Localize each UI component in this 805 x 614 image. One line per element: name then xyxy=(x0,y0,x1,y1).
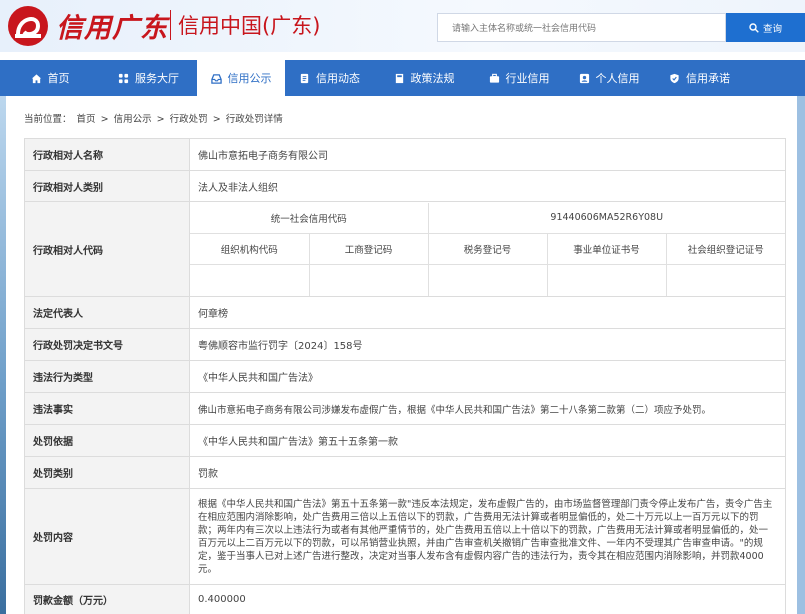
field-label: 行政相对人类别 xyxy=(24,170,190,202)
brand-title: 信用中国(广东) xyxy=(178,14,321,38)
code-value-empty xyxy=(308,264,429,296)
shield-icon xyxy=(670,73,679,83)
code-header: 事业单位证书号 xyxy=(546,233,667,265)
breadcrumb-item-detail: 行政处罚详情 xyxy=(225,114,283,125)
breadcrumb-item-home[interactable]: 首页 xyxy=(77,114,96,125)
table-row: 违法行为类型 《中华人民共和国广告法》 xyxy=(24,360,786,393)
field-value: 何章榜 xyxy=(189,296,786,329)
field-label: 罚款金额（万元） xyxy=(24,584,190,614)
search-input[interactable]: 请输入主体名称或统一社会信用代码 xyxy=(437,13,726,42)
field-label: 行政相对人代码 xyxy=(24,201,190,297)
penalty-detail-table: 行政相对人名称 佛山市意拓电子商务有限公司 行政相对人类别 法人及非法人组织 行… xyxy=(24,138,786,614)
code-subtable-cell: 统一社会信用代码 91440606MA52R6Y08U 组织机构代码 工商登记码… xyxy=(189,201,786,297)
field-value: 根据《中华人民共和国广告法》第五十五条第一款"违反本法规定，发布虚假广告的，由市… xyxy=(189,488,786,585)
field-value: 罚款 xyxy=(189,456,786,489)
field-label: 行政处罚决定书文号 xyxy=(24,328,190,361)
field-value: 《中华人民共和国广告法》第五十五条第一款 xyxy=(189,424,786,457)
main-nav: 首页 服务大厅 信用公示 信用动态 政策法规 行业信用 个人信用 信用承诺 xyxy=(0,60,805,96)
breadcrumb-item-penalty[interactable]: 行政处罚 xyxy=(170,114,208,125)
table-row: 行政相对人类别 法人及非法人组织 xyxy=(24,170,786,202)
nav-item-personal-credit[interactable]: 个人信用 xyxy=(564,60,654,96)
uscc-value: 91440606MA52R6Y08U xyxy=(427,202,785,234)
search-button-label: 查询 xyxy=(762,23,782,35)
field-label: 违法事实 xyxy=(24,392,190,425)
nav-label: 信用承诺 xyxy=(686,72,730,85)
code-value-empty xyxy=(427,264,548,296)
site-header: 信用广东 信用中国(广东) 请输入主体名称或统一社会信用代码 查询 xyxy=(0,0,805,52)
field-value: 《中华人民共和国广告法》 xyxy=(189,360,786,393)
nav-item-credit-commitment[interactable]: 信用承诺 xyxy=(654,60,745,96)
nav-label: 首页 xyxy=(47,72,70,85)
nav-label: 行业信用 xyxy=(505,72,550,85)
field-label: 违法行为类型 xyxy=(24,360,190,393)
background-decoration xyxy=(0,96,6,614)
table-row: 违法事实 佛山市意拓电子商务有限公司涉嫌发布虚假广告，根据《中华人民共和国广告法… xyxy=(24,392,786,425)
document-icon xyxy=(300,73,309,83)
person-icon xyxy=(579,73,589,83)
field-value: 佛山市意拓电子商务有限公司涉嫌发布虚假广告，根据《中华人民共和国广告法》第二十八… xyxy=(189,392,786,425)
breadcrumb-separator: > xyxy=(212,114,221,125)
nav-label: 服务大厅 xyxy=(135,72,179,85)
search-button[interactable]: 查询 xyxy=(726,13,805,42)
nav-label: 信用公示 xyxy=(227,72,272,85)
code-value-empty xyxy=(546,264,667,296)
brand-divider xyxy=(170,10,171,40)
code-header: 工商登记码 xyxy=(308,233,429,265)
field-value: 粤佛顺容市监行罚字〔2024〕158号 xyxy=(189,328,786,361)
table-row: 处罚类别 罚款 xyxy=(24,456,786,489)
code-header: 社会组织登记证号 xyxy=(665,233,785,265)
code-value-empty xyxy=(665,264,785,296)
search-icon xyxy=(749,22,759,33)
nav-item-home[interactable]: 首页 xyxy=(0,60,100,96)
table-row: 行政处罚决定书文号 粤佛顺容市监行罚字〔2024〕158号 xyxy=(24,328,786,361)
breadcrumb-separator: > xyxy=(100,114,109,125)
code-header: 税务登记号 xyxy=(427,233,548,265)
breadcrumb: 当前位置： 首页 > 信用公示 > 行政处罚 > 行政处罚详情 xyxy=(24,111,285,125)
nav-item-credit-disclosure[interactable]: 信用公示 xyxy=(197,60,285,96)
field-label: 行政相对人名称 xyxy=(24,138,190,171)
table-row: 法定代表人 何章榜 xyxy=(24,296,786,329)
credit-logo-icon[interactable] xyxy=(6,4,50,48)
field-label: 处罚依据 xyxy=(24,424,190,457)
table-row: 罚款金额（万元） 0.400000 xyxy=(24,584,786,614)
table-row: 行政相对人代码 统一社会信用代码 91440606MA52R6Y08U 组织机构… xyxy=(24,201,786,297)
inbox-icon xyxy=(210,73,222,84)
breadcrumb-separator: > xyxy=(156,114,165,125)
breadcrumb-item-disclosure[interactable]: 信用公示 xyxy=(114,114,152,125)
grid-icon xyxy=(118,73,129,83)
search-placeholder: 请输入主体名称或统一社会信用代码 xyxy=(452,24,597,34)
field-value: 0.400000 xyxy=(189,584,786,614)
table-row: 行政相对人名称 佛山市意拓电子商务有限公司 xyxy=(24,138,786,171)
field-label: 处罚内容 xyxy=(24,488,190,585)
background-decoration-right xyxy=(797,96,805,614)
field-label: 法定代表人 xyxy=(24,296,190,329)
nav-item-credit-news[interactable]: 信用动态 xyxy=(285,60,374,96)
table-row: 处罚内容 根据《中华人民共和国广告法》第五十五条第一款"违反本法规定，发布虚假广… xyxy=(24,488,786,585)
code-header: 组织机构代码 xyxy=(190,233,310,265)
nav-label: 信用动态 xyxy=(316,72,360,85)
briefcase-icon xyxy=(489,73,499,83)
field-value: 佛山市意拓电子商务有限公司 xyxy=(189,138,786,171)
nav-item-policies[interactable]: 政策法规 xyxy=(374,60,474,96)
nav-item-industry-credit[interactable]: 行业信用 xyxy=(474,60,564,96)
field-value: 法人及非法人组织 xyxy=(189,170,786,202)
uscc-label: 统一社会信用代码 xyxy=(190,202,429,234)
nav-label: 个人信用 xyxy=(595,72,640,85)
breadcrumb-prefix: 当前位置： xyxy=(24,114,72,125)
nav-label: 政策法规 xyxy=(410,72,455,85)
table-row: 处罚依据 《中华人民共和国广告法》第五十五条第一款 xyxy=(24,424,786,457)
home-icon xyxy=(31,73,41,83)
book-icon xyxy=(395,73,403,83)
field-label: 处罚类别 xyxy=(24,456,190,489)
code-value-empty xyxy=(190,264,310,296)
nav-item-service-hall[interactable]: 服务大厅 xyxy=(100,60,197,96)
code-subtable: 统一社会信用代码 91440606MA52R6Y08U 组织机构代码 工商登记码… xyxy=(190,202,785,296)
brand-calligraphy: 信用广东 xyxy=(56,13,168,44)
